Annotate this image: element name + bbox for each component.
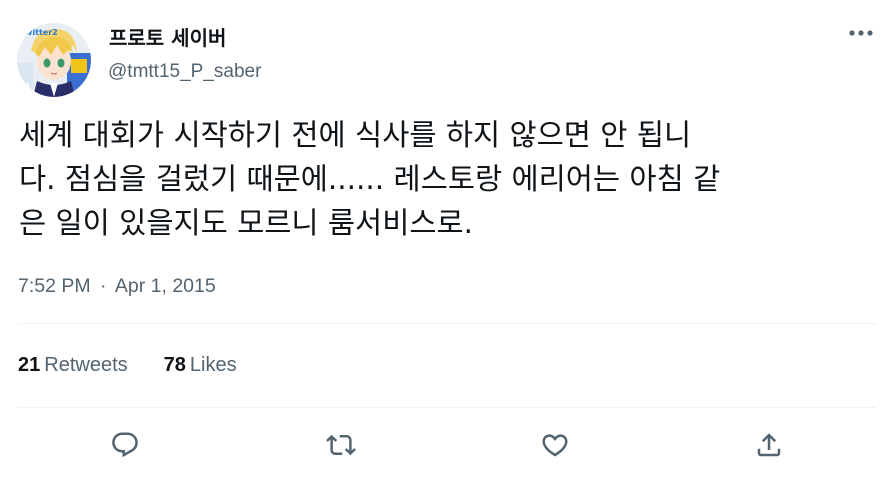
- tweet-timestamp: 7:52 PM · Apr 1, 2015: [18, 275, 216, 298]
- more-dots-icon: [849, 30, 873, 36]
- tweet-stats: 21 Retweets 78 Likes: [18, 354, 237, 377]
- retweets-count: 21: [18, 354, 41, 376]
- author-display-name[interactable]: 프로토 세이버: [109, 22, 226, 51]
- tweet-date[interactable]: Apr 1, 2015: [115, 275, 216, 297]
- reply-icon: [112, 432, 138, 458]
- retweets-stat[interactable]: 21 Retweets: [18, 354, 128, 377]
- divider: [18, 407, 876, 408]
- tweet-text: 세계 대회가 시작하기 전에 식사를 하지 않으면 안 됩니 다. 점심을 걸렀…: [19, 118, 721, 240]
- avatar-image: witter2 빵: [17, 23, 91, 97]
- retweet-button[interactable]: [322, 426, 360, 464]
- tweet-time[interactable]: 7:52 PM: [18, 275, 91, 297]
- heart-icon: [542, 434, 568, 457]
- svg-text:빵: 빵: [19, 81, 30, 96]
- share-icon: [757, 433, 781, 457]
- likes-stat[interactable]: 78 Likes: [164, 354, 237, 377]
- retweet-icon: [326, 434, 356, 456]
- divider: [18, 323, 876, 324]
- retweets-label: Retweets: [44, 354, 128, 376]
- avatar[interactable]: witter2 빵: [17, 23, 91, 97]
- more-options-button[interactable]: [844, 23, 878, 43]
- reply-button[interactable]: [106, 426, 144, 464]
- timestamp-separator: ·: [100, 275, 107, 297]
- share-button[interactable]: [750, 426, 788, 464]
- svg-text:witter2: witter2: [25, 28, 58, 37]
- author-handle[interactable]: @tmtt15_P_saber: [108, 61, 261, 83]
- likes-label: Likes: [189, 354, 237, 376]
- like-button[interactable]: [536, 426, 574, 464]
- likes-count: 78: [163, 354, 186, 376]
